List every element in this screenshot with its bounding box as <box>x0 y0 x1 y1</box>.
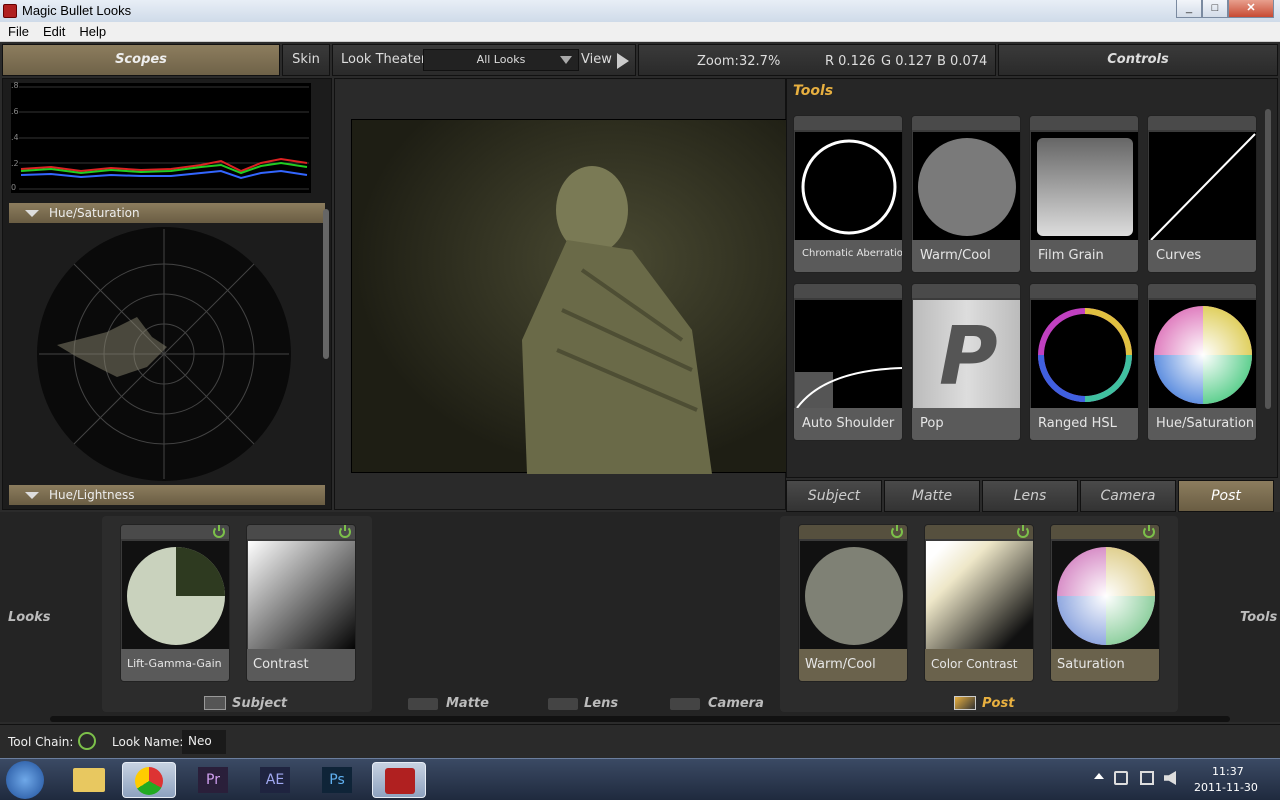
camera-icon <box>670 698 700 710</box>
tool-chain-area: Looks Tools Lift-Gamma-Gain Contrast War… <box>0 512 1280 722</box>
view-label[interactable]: View <box>581 52 612 67</box>
power-icon[interactable] <box>339 525 351 538</box>
zoom-readout: Zoom: 32.7% R 0.126 G 0.127 B 0.074 <box>638 44 996 76</box>
tab-scopes[interactable]: Scopes <box>2 44 280 76</box>
maximize-button[interactable]: □ <box>1202 0 1228 18</box>
start-button[interactable] <box>6 761 44 799</box>
preview-image[interactable] <box>351 119 787 474</box>
tray-expand-icon[interactable] <box>1094 773 1104 779</box>
tool-ranged-hsl[interactable]: Ranged HSL <box>1029 283 1139 441</box>
tool-warm-cool[interactable]: Warm/Cool <box>911 115 1021 273</box>
tools-side-label[interactable]: Tools <box>1240 610 1277 625</box>
look-name-field[interactable]: Neo <box>182 730 226 754</box>
tool-chain-label: Tool Chain: <box>8 735 74 749</box>
photoshop-icon[interactable]: Ps <box>310 762 364 798</box>
camera-icon <box>548 698 578 710</box>
app-icon <box>3 4 17 18</box>
power-icon[interactable] <box>1017 525 1029 538</box>
clock-time[interactable]: 11:37 <box>1212 765 1244 778</box>
title-bar: Magic Bullet Looks _ □ ✕ <box>0 0 1280 22</box>
tab-matte[interactable]: Matte <box>884 480 980 512</box>
look-theater-bar: Look Theater All Looks View <box>332 44 636 76</box>
menu-help[interactable]: Help <box>71 22 112 39</box>
volume-icon[interactable] <box>1164 771 1176 785</box>
tool-hue-saturation[interactable]: Hue/Saturation <box>1147 283 1257 441</box>
minimize-button[interactable]: _ <box>1176 0 1202 18</box>
clock-date[interactable]: 2011-11-30 <box>1194 781 1258 794</box>
tools-scrollbar[interactable] <box>1265 109 1271 409</box>
hue-lightness-section[interactable]: Hue/Lightness <box>9 485 325 505</box>
chain-cat-subject[interactable]: Subject <box>232 696 287 711</box>
magic-bullet-icon[interactable] <box>372 762 426 798</box>
tools-panel: Tools Chromatic Aberration Warm/Cool Fil… <box>786 78 1278 478</box>
tab-camera[interactable]: Camera <box>1080 480 1176 512</box>
tool-pop[interactable]: P Pop <box>911 283 1021 441</box>
chain-cat-post[interactable]: Post <box>982 696 1014 711</box>
window-title: Magic Bullet Looks <box>22 3 132 18</box>
chain-lift-gamma-gain[interactable]: Lift-Gamma-Gain <box>120 524 230 682</box>
parade-graph <box>19 86 309 190</box>
hue-saturation-section[interactable]: Hue/Saturation <box>9 203 325 223</box>
scopes-panel: .8 .6 .4 .2 0 Hue/Saturation Hue/Lightne… <box>2 78 332 510</box>
camera-icon <box>408 698 438 710</box>
tool-chromatic-aberration[interactable]: Chromatic Aberration <box>793 115 903 273</box>
chain-warm-cool[interactable]: Warm/Cool <box>798 524 908 682</box>
tool-film-grain[interactable]: Film Grain <box>1029 115 1139 273</box>
tool-curves[interactable]: Curves <box>1147 115 1257 273</box>
power-icon[interactable] <box>213 525 225 538</box>
preview-panel <box>334 78 787 510</box>
chain-scrollbar[interactable] <box>50 716 1230 722</box>
vectorscope-graph <box>39 229 289 479</box>
chain-cat-matte[interactable]: Matte <box>446 696 489 711</box>
chain-saturation[interactable]: Saturation <box>1050 524 1160 682</box>
chevron-down-icon <box>560 56 572 64</box>
menu-file[interactable]: File <box>0 22 35 39</box>
look-theater-label: Look Theater <box>341 52 427 67</box>
tools-title: Tools <box>793 83 834 99</box>
looks-dropdown[interactable]: All Looks <box>423 49 579 71</box>
app-area: Scopes Skin Look Theater All Looks View … <box>0 42 1280 758</box>
look-name-label: Look Name: <box>112 735 184 749</box>
chain-cat-camera[interactable]: Camera <box>708 696 764 711</box>
tool-chain-power-icon[interactable] <box>78 732 96 750</box>
skeleton-figure <box>522 166 712 474</box>
flag-icon[interactable] <box>1114 771 1128 785</box>
person-icon <box>204 696 226 710</box>
chrome-icon[interactable] <box>122 762 176 798</box>
collapse-icon <box>25 492 39 499</box>
tab-lens[interactable]: Lens <box>982 480 1078 512</box>
rgb-parade: .8 .6 .4 .2 0 <box>11 81 311 193</box>
play-icon[interactable] <box>617 53 629 69</box>
chain-contrast[interactable]: Contrast <box>246 524 356 682</box>
premiere-icon[interactable]: Pr <box>186 762 240 798</box>
tab-skin[interactable]: Skin <box>282 44 330 76</box>
chain-color-contrast[interactable]: Color Contrast <box>924 524 1034 682</box>
menu-edit[interactable]: Edit <box>35 22 71 39</box>
pop-letter: P <box>939 310 998 403</box>
power-icon[interactable] <box>1143 525 1155 538</box>
power-icon[interactable] <box>891 525 903 538</box>
close-button[interactable]: ✕ <box>1228 0 1274 18</box>
post-icon <box>954 696 976 710</box>
looks-side-label[interactable]: Looks <box>8 610 51 625</box>
tool-category-tabs: Subject Matte Lens Camera Post <box>786 480 1276 512</box>
tab-post[interactable]: Post <box>1178 480 1274 512</box>
network-icon[interactable] <box>1140 771 1154 785</box>
collapse-icon <box>25 210 39 217</box>
chain-cat-lens[interactable]: Lens <box>584 696 618 711</box>
scopes-scrollbar[interactable] <box>323 209 329 359</box>
explorer-icon[interactable] <box>62 762 116 798</box>
menu-bar: File Edit Help <box>0 22 1280 42</box>
tab-subject[interactable]: Subject <box>786 480 882 512</box>
tool-auto-shoulder[interactable]: Auto Shoulder <box>793 283 903 441</box>
vectorscope <box>37 227 291 481</box>
taskbar: Pr AE Ps 11:37 2011-11-30 <box>0 758 1280 800</box>
after-effects-icon[interactable]: AE <box>248 762 302 798</box>
tab-controls[interactable]: Controls <box>998 44 1278 76</box>
status-bar: Tool Chain: Look Name: Neo <box>0 724 1280 758</box>
